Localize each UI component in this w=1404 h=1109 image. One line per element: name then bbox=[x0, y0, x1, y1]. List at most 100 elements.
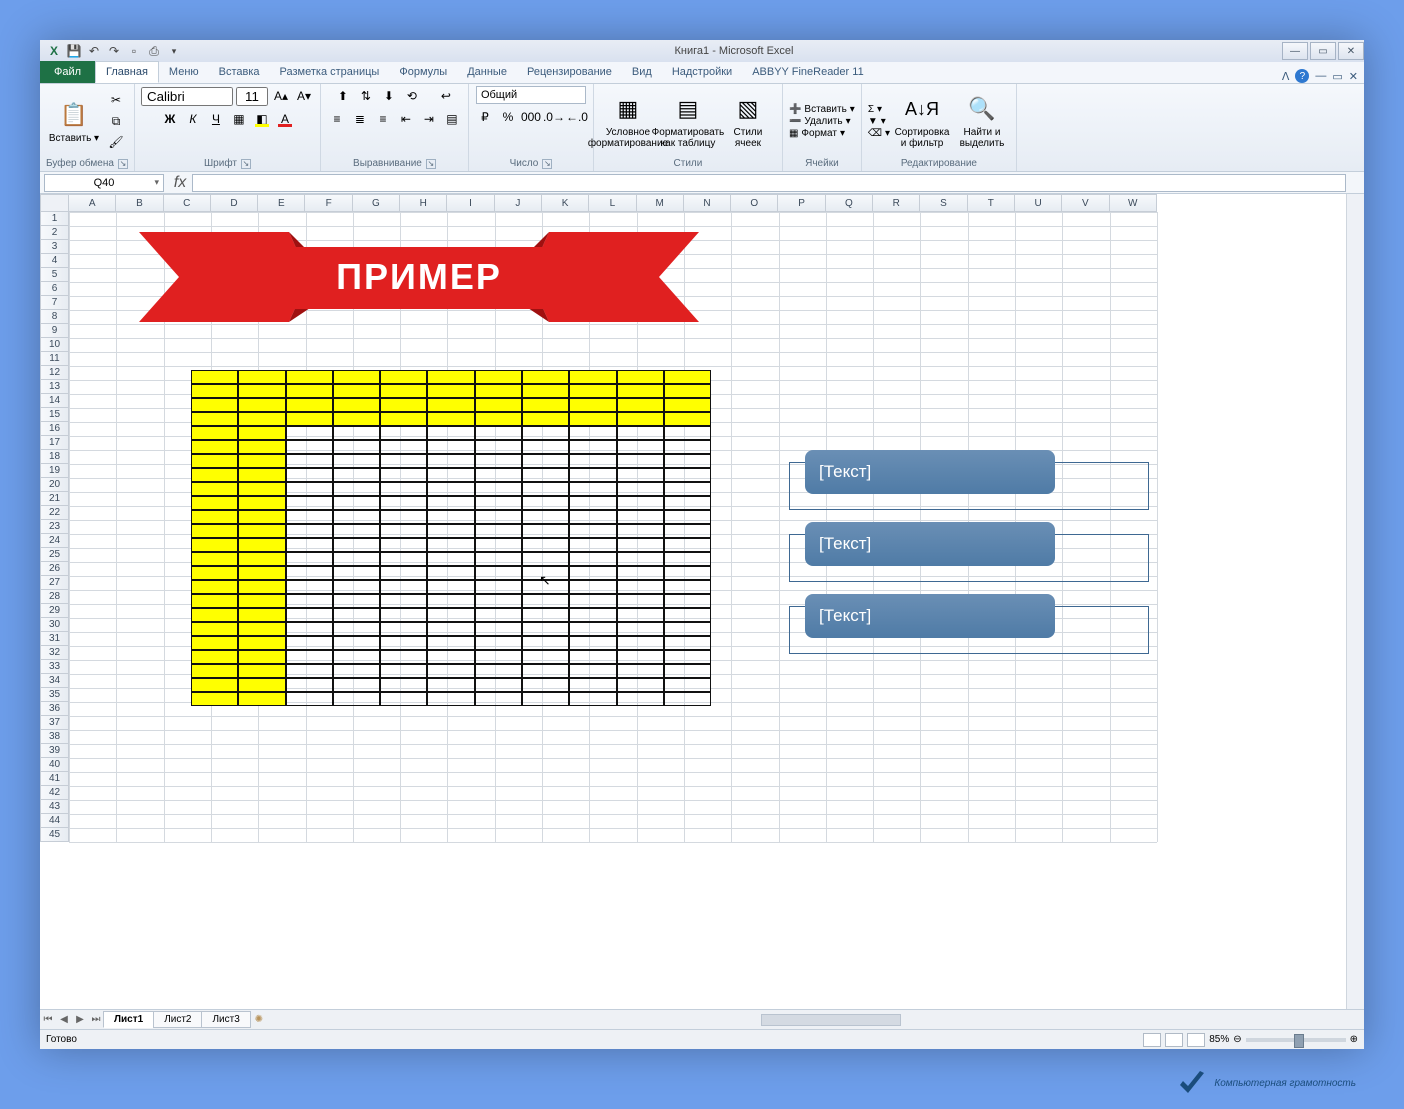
table-cell[interactable] bbox=[617, 580, 664, 594]
table-cell[interactable] bbox=[617, 636, 664, 650]
ribbon-tab-5[interactable]: Данные bbox=[457, 61, 517, 83]
table-cell[interactable] bbox=[380, 538, 427, 552]
row-header[interactable]: 7 bbox=[40, 296, 69, 310]
table-cell[interactable] bbox=[617, 412, 664, 426]
table-cell[interactable] bbox=[475, 594, 522, 608]
table-cell[interactable] bbox=[522, 552, 569, 566]
table-cell[interactable] bbox=[475, 524, 522, 538]
table-cell[interactable] bbox=[617, 594, 664, 608]
table-cell[interactable] bbox=[380, 482, 427, 496]
insert-cells-button[interactable]: ➕Вставить ▾ bbox=[789, 104, 855, 115]
table-cell[interactable] bbox=[286, 538, 333, 552]
row-header[interactable]: 33 bbox=[40, 660, 69, 674]
fx-icon[interactable]: fx bbox=[168, 174, 192, 192]
table-cell[interactable] bbox=[380, 622, 427, 636]
row-header[interactable]: 43 bbox=[40, 800, 69, 814]
table-cell[interactable] bbox=[664, 370, 711, 384]
table-cell[interactable] bbox=[286, 594, 333, 608]
table-cell[interactable] bbox=[664, 384, 711, 398]
table-cell[interactable] bbox=[380, 384, 427, 398]
table-cell[interactable] bbox=[569, 524, 616, 538]
column-header[interactable]: V bbox=[1062, 194, 1109, 212]
table-cell[interactable] bbox=[191, 398, 238, 412]
table-cell[interactable] bbox=[522, 636, 569, 650]
table-cell[interactable] bbox=[238, 594, 285, 608]
column-header[interactable]: B bbox=[116, 194, 163, 212]
smartart-shape[interactable]: [Текст] bbox=[789, 534, 1149, 582]
table-cell[interactable] bbox=[664, 594, 711, 608]
row-header[interactable]: 3 bbox=[40, 240, 69, 254]
table-cell[interactable] bbox=[522, 622, 569, 636]
table-cell[interactable] bbox=[617, 566, 664, 580]
table-cell[interactable] bbox=[664, 510, 711, 524]
column-header[interactable]: G bbox=[353, 194, 400, 212]
table-cell[interactable] bbox=[427, 678, 474, 692]
table-cell[interactable] bbox=[475, 622, 522, 636]
table-cell[interactable] bbox=[380, 468, 427, 482]
column-header[interactable]: S bbox=[920, 194, 967, 212]
table-cell[interactable] bbox=[664, 636, 711, 650]
table-cell[interactable] bbox=[238, 412, 285, 426]
sheet-tab[interactable]: Лист2 bbox=[153, 1011, 202, 1028]
table-cell[interactable] bbox=[569, 678, 616, 692]
table-cell[interactable] bbox=[238, 636, 285, 650]
page-break-view-icon[interactable] bbox=[1187, 1033, 1205, 1047]
table-cell[interactable] bbox=[191, 482, 238, 496]
table-cell[interactable] bbox=[522, 454, 569, 468]
table-cell[interactable] bbox=[380, 524, 427, 538]
smartart-text[interactable]: [Текст] bbox=[805, 522, 1055, 566]
table-cell[interactable] bbox=[238, 440, 285, 454]
row-header[interactable]: 12 bbox=[40, 366, 69, 380]
table-cell[interactable] bbox=[238, 468, 285, 482]
table-cell[interactable] bbox=[427, 468, 474, 482]
table-cell[interactable] bbox=[522, 524, 569, 538]
font-color-icon[interactable]: A bbox=[275, 109, 295, 129]
row-header[interactable]: 25 bbox=[40, 548, 69, 562]
table-cell[interactable] bbox=[286, 370, 333, 384]
align-right-icon[interactable]: ≡ bbox=[373, 109, 393, 129]
table-cell[interactable] bbox=[380, 552, 427, 566]
increase-indent-icon[interactable]: ⇥ bbox=[419, 109, 439, 129]
table-cell[interactable] bbox=[427, 426, 474, 440]
table-cell[interactable] bbox=[664, 580, 711, 594]
table-cell[interactable] bbox=[475, 538, 522, 552]
table-cell[interactable] bbox=[333, 566, 380, 580]
table-cell[interactable] bbox=[664, 538, 711, 552]
vertical-scrollbar[interactable] bbox=[1346, 194, 1364, 1009]
table-cell[interactable] bbox=[333, 692, 380, 706]
table-cell[interactable] bbox=[380, 650, 427, 664]
table-cell[interactable] bbox=[333, 622, 380, 636]
table-cell[interactable] bbox=[569, 622, 616, 636]
table-cell[interactable] bbox=[427, 370, 474, 384]
table-cell[interactable] bbox=[380, 412, 427, 426]
column-header[interactable]: O bbox=[731, 194, 778, 212]
clear-button[interactable]: ⌫▾ bbox=[868, 128, 890, 139]
table-cell[interactable] bbox=[569, 664, 616, 678]
table-cell[interactable] bbox=[475, 412, 522, 426]
table-cell[interactable] bbox=[191, 440, 238, 454]
help-icon[interactable]: ? bbox=[1295, 69, 1309, 83]
table-cell[interactable] bbox=[569, 636, 616, 650]
zoom-level[interactable]: 85% bbox=[1209, 1034, 1229, 1045]
borders-icon[interactable]: ▦ bbox=[229, 109, 249, 129]
table-cell[interactable] bbox=[286, 650, 333, 664]
table-cell[interactable] bbox=[475, 482, 522, 496]
row-header[interactable]: 38 bbox=[40, 730, 69, 744]
table-cell[interactable] bbox=[569, 580, 616, 594]
table-cell[interactable] bbox=[475, 454, 522, 468]
table-cell[interactable] bbox=[522, 398, 569, 412]
print-icon[interactable]: ⎙ bbox=[146, 43, 162, 59]
column-header[interactable]: I bbox=[447, 194, 494, 212]
table-cell[interactable] bbox=[664, 524, 711, 538]
underline-button[interactable]: Ч bbox=[206, 109, 226, 129]
table-cell[interactable] bbox=[427, 650, 474, 664]
table-cell[interactable] bbox=[191, 636, 238, 650]
table-cell[interactable] bbox=[333, 482, 380, 496]
table-cell[interactable] bbox=[522, 426, 569, 440]
table-cell[interactable] bbox=[333, 370, 380, 384]
table-cell[interactable] bbox=[286, 412, 333, 426]
qat-more-icon[interactable]: ▾ bbox=[166, 43, 182, 59]
table-cell[interactable] bbox=[617, 468, 664, 482]
table-cell[interactable] bbox=[427, 398, 474, 412]
ribbon-banner-shape[interactable]: ПРИМЕР bbox=[139, 222, 699, 332]
